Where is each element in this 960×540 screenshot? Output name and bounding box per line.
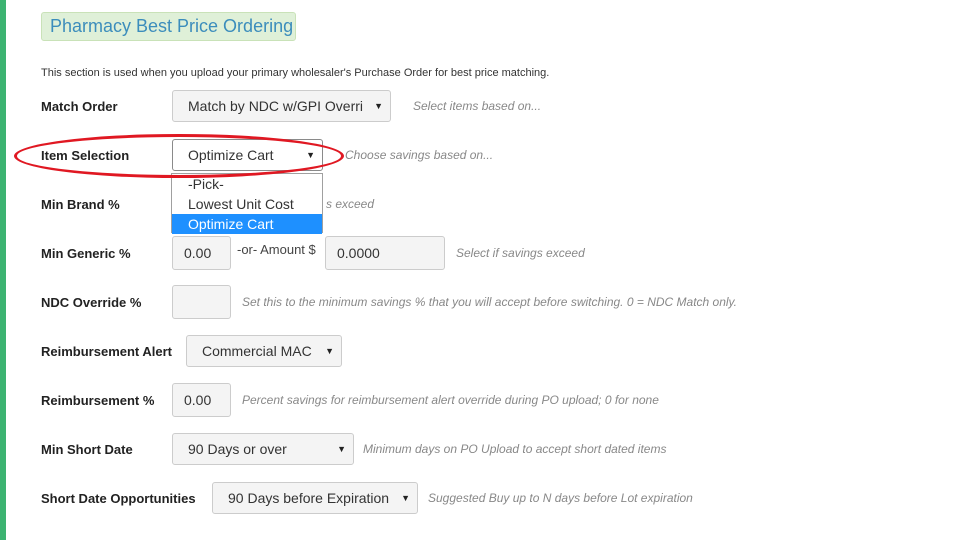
min-short-date-label: Min Short Date: [41, 442, 133, 457]
match-order-value: Match by NDC w/GPI Overri: [188, 98, 364, 114]
short-date-opportunities-hint: Suggested Buy up to N days before Lot ex…: [428, 491, 693, 505]
item-selection-label: Item Selection: [41, 148, 130, 163]
reimbursement-alert-value: Commercial MAC: [202, 343, 312, 359]
chevron-down-icon: ▼: [325, 346, 334, 356]
reimbursement-percent-label: Reimbursement %: [41, 393, 155, 408]
ndc-override-label: NDC Override %: [41, 295, 142, 310]
reimbursement-percent-hint: Percent savings for reimbursement alert …: [242, 393, 659, 407]
short-date-opportunities-label: Short Date Opportunities: [41, 491, 196, 506]
min-generic-hint: Select if savings exceed: [456, 246, 585, 260]
item-selection-dropdown-list: -Pick- Lowest Unit Cost Optimize Cart: [171, 173, 323, 234]
dropdown-option-lowest-unit-cost[interactable]: Lowest Unit Cost: [172, 194, 322, 214]
match-order-label: Match Order: [41, 99, 118, 114]
min-generic-percent-input[interactable]: 0.00: [172, 236, 231, 270]
reimbursement-alert-select[interactable]: Commercial MAC ▼: [186, 335, 342, 367]
page-title: Pharmacy Best Price Ordering: [41, 12, 296, 41]
item-selection-select[interactable]: Optimize Cart ▼: [172, 139, 323, 171]
min-brand-label: Min Brand %: [41, 197, 120, 212]
min-generic-label: Min Generic %: [41, 246, 131, 261]
ndc-override-input[interactable]: [172, 285, 231, 319]
reimbursement-alert-label: Reimbursement Alert: [41, 344, 172, 359]
intro-text: This section is used when you upload you…: [41, 67, 550, 79]
min-brand-hint: s exceed: [326, 197, 375, 211]
reimbursement-percent-input[interactable]: 0.00: [172, 383, 231, 417]
match-order-select[interactable]: Match by NDC w/GPI Overri ▼: [172, 90, 391, 122]
short-date-opportunities-select[interactable]: 90 Days before Expiration ▼: [212, 482, 418, 514]
left-accent-bar: [0, 0, 6, 540]
min-generic-amount-input[interactable]: 0.0000: [325, 236, 445, 270]
chevron-down-icon: ▼: [401, 493, 410, 503]
match-order-hint: Select items based on...: [413, 99, 542, 113]
short-date-opportunities-value: 90 Days before Expiration: [228, 490, 390, 506]
item-selection-value: Optimize Cart: [188, 147, 274, 163]
item-selection-hint: Choose savings based on...: [345, 148, 494, 162]
or-amount-text: -or- Amount $: [237, 242, 316, 257]
chevron-down-icon: ▼: [337, 444, 346, 454]
chevron-down-icon: ▼: [306, 150, 315, 160]
dropdown-option-pick[interactable]: -Pick-: [172, 174, 322, 194]
chevron-down-icon: ▼: [374, 101, 383, 111]
min-short-date-value: 90 Days or over: [188, 441, 287, 457]
dropdown-option-optimize-cart[interactable]: Optimize Cart: [172, 214, 322, 234]
min-short-date-select[interactable]: 90 Days or over ▼: [172, 433, 354, 465]
ndc-override-hint: Set this to the minimum savings % that y…: [242, 295, 737, 309]
min-short-date-hint: Minimum days on PO Upload to accept shor…: [363, 442, 667, 456]
